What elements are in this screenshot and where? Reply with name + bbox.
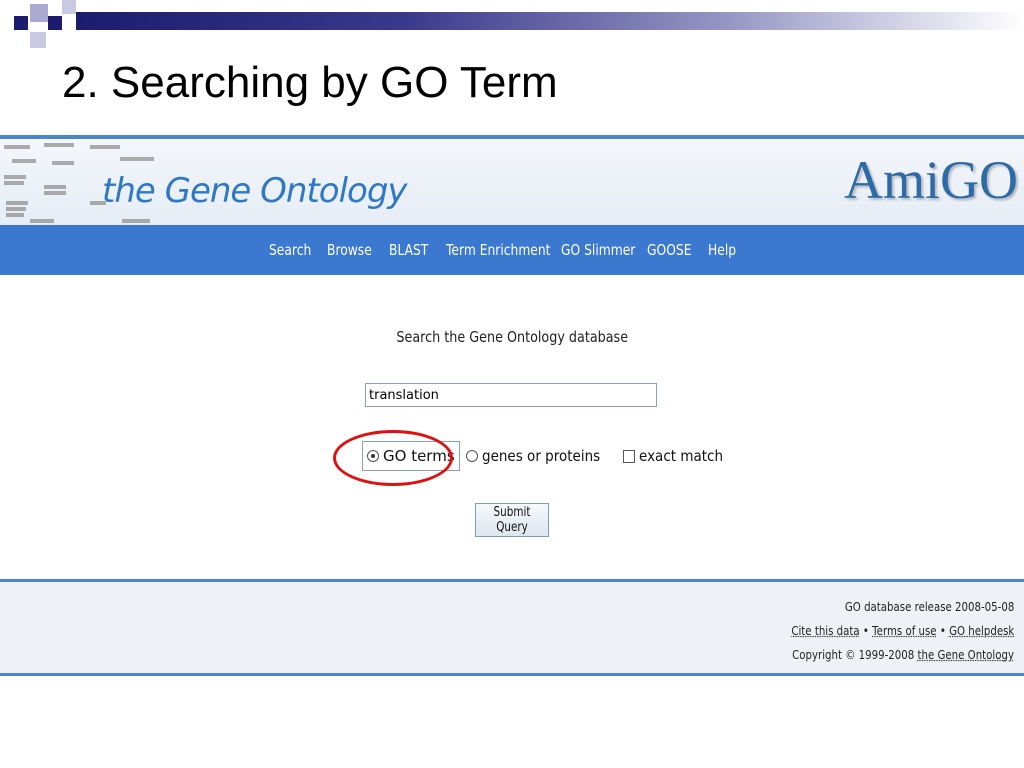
- cite-this-data-link[interactable]: Cite this data: [791, 624, 859, 638]
- submit-query-button[interactable]: Submit Query: [475, 503, 549, 537]
- deco-square: [30, 32, 46, 48]
- amigo-banner: the Gene Ontology AmiGO: [0, 139, 1024, 225]
- nav-help[interactable]: Help: [708, 241, 741, 259]
- search-input[interactable]: [365, 383, 657, 407]
- nav-goose[interactable]: GOOSE: [647, 241, 700, 259]
- nav-browse[interactable]: Browse: [327, 241, 381, 259]
- exact-match-label: exact match: [638, 447, 724, 465]
- amigo-logo[interactable]: AmiGO: [844, 149, 1018, 211]
- nav-term-enrichment[interactable]: Term Enrichment: [446, 241, 550, 259]
- genes-or-proteins-label: genes or proteins: [481, 447, 600, 465]
- search-heading: Search the Gene Ontology database: [0, 328, 1024, 346]
- deco-square: [48, 16, 62, 30]
- slide-decoration: [0, 0, 1024, 50]
- search-heading-text: Search the Gene Ontology database: [396, 328, 628, 346]
- annotation-highlight-ellipse: [333, 430, 453, 486]
- go-helpdesk-link[interactable]: GO helpdesk: [949, 624, 1014, 638]
- copyright-text: Copyright © 1999-2008: [792, 648, 915, 662]
- genes-or-proteins-radio[interactable]: [465, 450, 478, 462]
- amigo-screenshot: the Gene Ontology AmiGO Search Browse BL…: [0, 135, 1024, 680]
- bullet-separator: •: [939, 624, 946, 638]
- bullet-separator: •: [862, 624, 869, 638]
- footer-bottom-rule: [0, 673, 1024, 676]
- nav-blast[interactable]: BLAST: [389, 241, 439, 259]
- slide-title: 2. Searching by GO Term: [62, 58, 558, 107]
- gene-ontology-wordmark: the Gene Ontology: [102, 171, 408, 211]
- deco-square: [30, 4, 48, 22]
- terms-of-use-link[interactable]: Terms of use: [872, 624, 936, 638]
- gene-ontology-link[interactable]: the Gene Ontology: [918, 648, 1014, 662]
- main-nav: Search Browse BLAST Term Enrichment GO S…: [0, 225, 1024, 275]
- footer-top-rule: [0, 579, 1024, 582]
- nav-search[interactable]: Search: [269, 241, 320, 259]
- deco-square: [62, 0, 76, 14]
- deco-square: [14, 16, 28, 30]
- deco-gradient-bar: [76, 12, 1024, 30]
- db-release-text: GO database release 2008-05-08: [844, 600, 1014, 614]
- submit-query-label: Submit Query: [493, 505, 531, 535]
- exact-match-checkbox[interactable]: [622, 449, 635, 463]
- nav-go-slimmer[interactable]: GO Slimmer: [561, 241, 635, 259]
- page-footer: GO database release 2008-05-08 Cite this…: [0, 579, 1024, 676]
